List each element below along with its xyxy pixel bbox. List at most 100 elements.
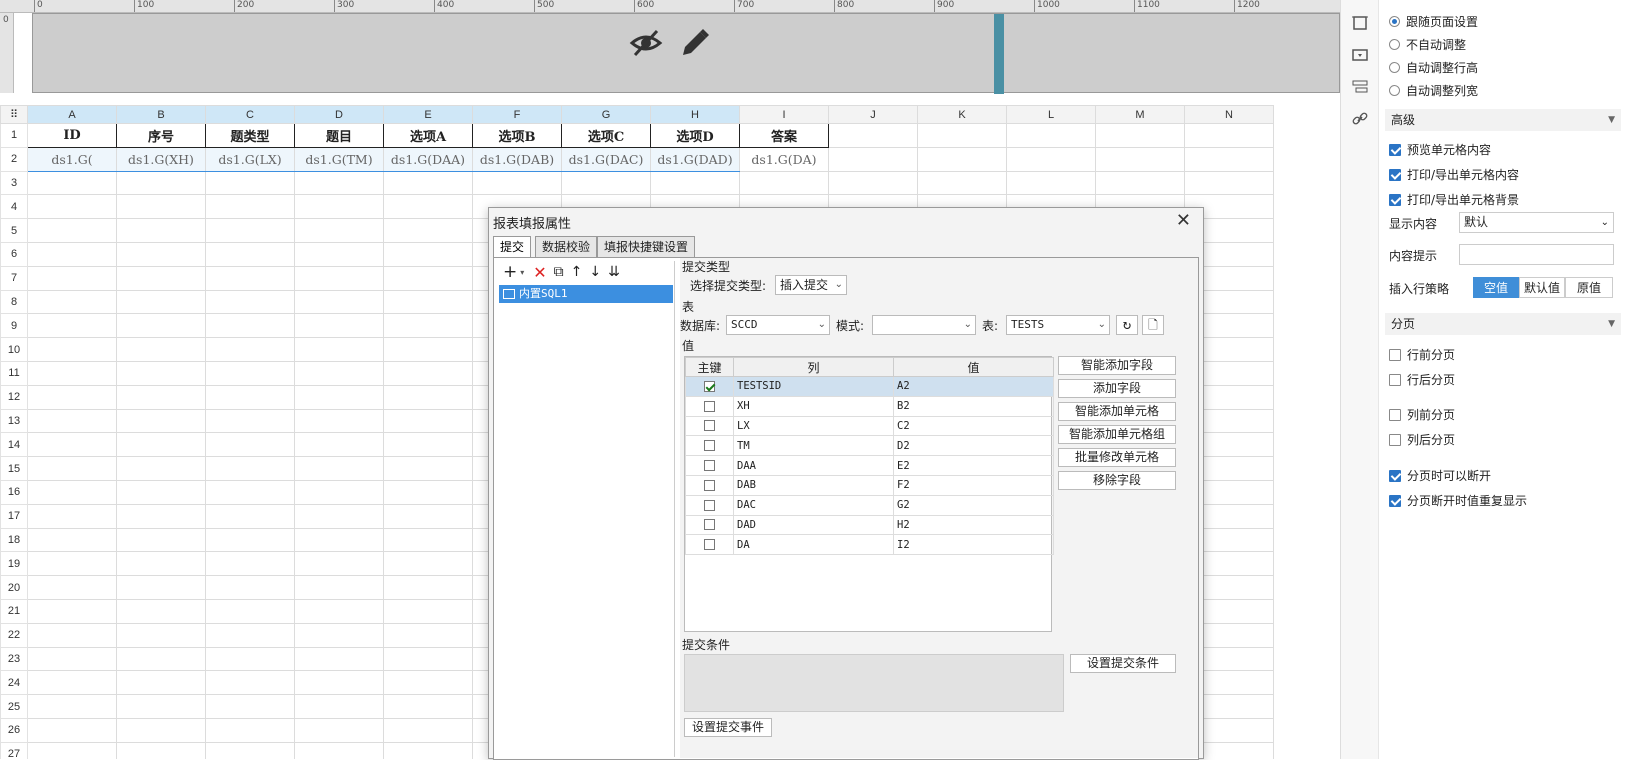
grid-cell[interactable] (917, 146, 1007, 172)
row-header[interactable]: 8 (0, 289, 28, 315)
grid-cell[interactable] (27, 241, 117, 267)
value-cell[interactable]: G2 (893, 494, 1054, 516)
sort-icon[interactable]: ⇊ (608, 264, 620, 280)
grid-cell[interactable] (828, 146, 918, 172)
grid-cell[interactable] (294, 194, 384, 220)
grid-cell[interactable] (116, 170, 206, 196)
insert-option-null[interactable]: 空值 (1473, 277, 1519, 298)
grid-cell[interactable] (383, 265, 473, 291)
column-name-cell[interactable]: DA (733, 534, 894, 556)
grid-cell[interactable] (116, 360, 206, 386)
grid-cell[interactable] (383, 408, 473, 434)
grid-cell[interactable] (205, 622, 295, 648)
grid-cell[interactable]: 选项B (472, 123, 562, 148)
grid-cell[interactable] (294, 741, 384, 759)
grid-cell[interactable] (116, 408, 206, 434)
grid-cell[interactable] (294, 551, 384, 577)
radio-follow-page[interactable]: 跟随页面设置 (1389, 13, 1478, 30)
grid-cell[interactable] (294, 265, 384, 291)
grid-cell[interactable] (383, 670, 473, 696)
grid-cell[interactable] (472, 170, 562, 196)
header-value[interactable]: 值 (893, 357, 1054, 377)
value-cell[interactable]: I2 (893, 534, 1054, 556)
grid-cell[interactable] (739, 170, 829, 196)
grid-cell[interactable] (116, 265, 206, 291)
grid-cell[interactable] (27, 694, 117, 719)
primary-key-checkbox[interactable] (704, 400, 715, 412)
grid-cell[interactable] (205, 551, 295, 577)
column-header[interactable]: H (650, 105, 740, 124)
checkbox[interactable] (1389, 348, 1401, 361)
grid-cell[interactable] (294, 170, 384, 196)
grid-cell[interactable] (27, 503, 117, 529)
grid-cell[interactable] (27, 551, 117, 577)
grid-cell[interactable] (27, 337, 117, 362)
grid-cell[interactable] (383, 218, 473, 243)
grid-cell[interactable] (116, 741, 206, 759)
grid-cell[interactable]: 题类型 (205, 123, 295, 148)
grid-cell[interactable] (205, 479, 295, 505)
grid-cell[interactable] (383, 384, 473, 410)
set-submit-event-button[interactable]: 设置提交事件 (684, 718, 772, 737)
grid-cell[interactable] (205, 694, 295, 719)
check-print-bg[interactable]: 打印/导出单元格背景 (1389, 191, 1519, 208)
pencil-icon[interactable] (678, 26, 710, 60)
check-preview-cell[interactable]: 预览单元格内容 (1389, 141, 1491, 158)
radio-indicator[interactable] (1389, 85, 1400, 96)
grid-cell[interactable] (27, 313, 117, 339)
smart-add-cell-button[interactable]: 智能添加单元格 (1058, 402, 1176, 421)
column-header[interactable]: J (828, 105, 918, 124)
grid-cell[interactable] (116, 622, 206, 648)
column-name-cell[interactable]: TESTSID (733, 376, 894, 397)
check-row-after[interactable]: 行后分页 (1389, 371, 1455, 388)
grid-cell[interactable] (27, 527, 117, 553)
grid-cell[interactable] (27, 408, 117, 434)
radio-auto-col-width[interactable]: 自动调整列宽 (1389, 82, 1478, 99)
grid-cell[interactable] (1095, 146, 1185, 172)
hyperlink-icon[interactable] (1351, 110, 1369, 128)
grid-cell[interactable] (383, 360, 473, 386)
grid-cell[interactable] (294, 408, 384, 434)
primary-key-checkbox[interactable] (704, 440, 715, 452)
header-column[interactable]: 列 (733, 357, 894, 377)
grid-cell[interactable] (205, 575, 295, 600)
value-cell[interactable]: D2 (893, 435, 1054, 457)
column-header[interactable]: A (27, 105, 117, 124)
value-cell[interactable]: C2 (893, 415, 1054, 437)
display-content-select[interactable]: 默认 ⌄ (1459, 212, 1614, 233)
check-row-before[interactable]: 行前分页 (1389, 346, 1455, 363)
radio-indicator[interactable] (1389, 16, 1400, 27)
checkbox[interactable] (1389, 373, 1401, 386)
grid-cell[interactable] (205, 503, 295, 529)
grid-cell[interactable]: ds1.G(DAC) (561, 146, 651, 172)
grid-cell[interactable] (383, 456, 473, 481)
grid-cell[interactable] (1006, 123, 1096, 148)
grid-cell[interactable] (27, 598, 117, 624)
grid-cell[interactable] (294, 337, 384, 362)
row-header[interactable]: 21 (0, 598, 28, 624)
grid-cell[interactable] (294, 503, 384, 529)
grid-cell[interactable] (383, 432, 473, 458)
schema-select[interactable]: ⌄ (872, 315, 976, 335)
grid-cell[interactable] (27, 289, 117, 315)
primary-key-checkbox[interactable] (704, 479, 715, 491)
column-name-cell[interactable]: DAA (733, 455, 894, 476)
grid-cell[interactable] (27, 646, 117, 672)
grid-cell[interactable] (205, 408, 295, 434)
row-header[interactable]: 26 (0, 717, 28, 743)
checkbox[interactable] (1389, 168, 1401, 181)
grid-cell[interactable] (116, 337, 206, 362)
table-select[interactable]: TESTS ⌄ (1006, 315, 1110, 335)
field-row[interactable]: TM D2 (685, 435, 1054, 457)
grid-cell[interactable] (116, 527, 206, 553)
grid-cell[interactable] (1184, 170, 1274, 196)
field-row[interactable]: XH B2 (685, 395, 1054, 417)
set-submit-condition-button[interactable]: 设置提交条件 (1070, 654, 1176, 673)
copy-icon[interactable]: ⧉ (554, 264, 564, 280)
primary-key-checkbox[interactable] (704, 519, 715, 531)
primary-key-cell[interactable] (685, 376, 734, 397)
grid-cell[interactable] (116, 432, 206, 458)
grid-cell[interactable] (294, 289, 384, 315)
grid-cell[interactable] (27, 622, 117, 648)
grid-cell[interactable] (383, 622, 473, 648)
